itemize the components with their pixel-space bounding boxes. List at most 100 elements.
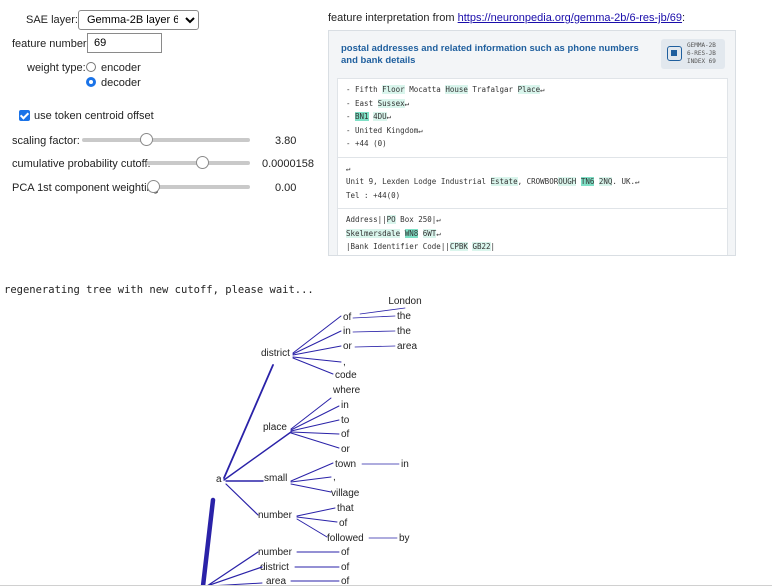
token-highlight: GB22 [472, 242, 491, 251]
tree-edge [296, 516, 338, 523]
probability-cutoff-thumb[interactable] [196, 156, 209, 169]
token-text: - Fifth [346, 85, 383, 94]
feature-interpretation-prefix: feature interpretation from [328, 12, 458, 24]
probability-cutoff-label: cumulative probability cutoff: [12, 158, 151, 170]
token-text: |Bank Identifier Code|| [346, 242, 450, 251]
tree-word[interactable]: that [337, 503, 354, 514]
token-text: ↵ [436, 228, 441, 238]
tree-word[interactable]: , [333, 472, 336, 483]
tree-word[interactable]: where [332, 385, 361, 396]
tree-edge [290, 476, 332, 483]
example-line: - Fifth Floor Mocatta House Trafalgar Pl… [346, 83, 721, 97]
tree-word[interactable]: the [397, 311, 411, 322]
probability-cutoff-value: 0.0000158 [262, 158, 314, 170]
pca-weighting-value: 0.00 [275, 182, 297, 194]
tree-edge [200, 497, 216, 586]
token-text: - [346, 112, 356, 121]
token-highlight: Place [517, 85, 541, 94]
example-line: - United Kingdom↵ [346, 124, 721, 138]
token-highlight: 6WT [422, 228, 437, 238]
tree-word[interactable]: code [335, 370, 357, 381]
example-line: - +44 (0) [346, 137, 721, 151]
encoder-radio[interactable] [86, 62, 96, 72]
tree-word[interactable]: number [258, 547, 293, 558]
tree-word[interactable]: district [261, 348, 290, 359]
tree-word[interactable]: place [263, 422, 287, 433]
tree-word[interactable]: to [341, 415, 350, 426]
token-text: - United Kingdom↵ [346, 125, 423, 135]
token-highlight: TN6 [580, 177, 595, 186]
scaling-factor-thumb[interactable] [140, 133, 153, 146]
tree-word[interactable]: area [397, 341, 417, 352]
tree-word[interactable]: or [343, 341, 353, 352]
token-highlight: Skelmersdale [346, 228, 401, 238]
tree-edge [290, 431, 340, 435]
feature-interpretation-suffix: : [682, 12, 686, 24]
tree-word[interactable]: small [264, 473, 287, 484]
scaling-factor-value: 3.80 [275, 135, 297, 147]
token-text: Box 250|↵ [395, 215, 441, 224]
neuronpedia-link[interactable]: https://neuronpedia.org/gemma-2b/6-res-j… [458, 12, 682, 24]
tree-word[interactable]: district [260, 562, 289, 573]
token-highlight: CPBK [449, 242, 468, 251]
sae-layer-select[interactable]: Gemma-2B layer 6 [78, 10, 199, 30]
example-line: ↵ [346, 162, 721, 176]
tree-word[interactable]: a [216, 474, 222, 485]
tree-word[interactable]: London [388, 296, 421, 307]
scaling-factor-label: scaling factor: [12, 135, 80, 147]
decoder-radio[interactable] [86, 77, 96, 87]
feature-badge[interactable]: GEMMA-2B 6-RES-JB INDEX 69 [661, 39, 725, 69]
tree-word[interactable]: of [343, 312, 352, 323]
tree-word[interactable]: of [341, 547, 350, 558]
tree-edge [290, 432, 340, 449]
token-highlight: Floor [382, 85, 405, 94]
activation-examples[interactable]: - Fifth Floor Mocatta House Trafalgar Pl… [337, 78, 728, 255]
example-line: Address||PO Box 250|↵ [346, 213, 721, 227]
tree-edge [290, 405, 340, 431]
token-text: ↵ [386, 112, 392, 121]
tree-edge [290, 483, 332, 493]
token-highlight: 2NQ [598, 177, 613, 186]
tree-word[interactable]: the [397, 326, 411, 337]
tree-word[interactable]: , [343, 357, 346, 368]
token-tree[interactable]: London of the in the or area district, code where… [0, 292, 772, 586]
example-line: Tel : +44(0) [346, 189, 721, 203]
encoder-radio-label: encoder [101, 62, 141, 74]
token-text: Trafalgar [467, 85, 518, 94]
example-line: |Bank Identifier Code||CPBK GB22| [346, 240, 721, 254]
tree-word[interactable]: village [331, 488, 360, 499]
tree-word[interactable]: in [401, 459, 409, 470]
feature-card: postal addresses and related information… [328, 30, 736, 256]
example-line: - East Sussex↵ [346, 97, 721, 111]
tree-word[interactable]: of [341, 562, 350, 573]
tree-word[interactable]: in [343, 326, 351, 337]
decoder-radio-label: decoder [101, 77, 141, 89]
feature-number-label: feature number: [12, 38, 90, 50]
tree-word[interactable]: of [339, 518, 348, 529]
sae-layer-label: SAE layer: [26, 14, 78, 26]
feature-number-input[interactable] [87, 33, 162, 53]
activation-example: ↵ Unit 9, Lexden Lodge Industrial Estate,… [338, 158, 727, 209]
weight-type-label: weight type: [27, 62, 86, 74]
token-highlight: House [445, 85, 468, 94]
token-text: ↵ [540, 85, 545, 94]
tree-word[interactable]: in [341, 400, 349, 411]
activation-example: - Fifth Floor Mocatta House Trafalgar Pl… [338, 79, 727, 158]
token-highlight: 4DU [373, 112, 387, 121]
tree-word[interactable]: followed [327, 533, 364, 544]
token-text: Tel : +44(0) [346, 190, 401, 200]
token-centroid-checkbox[interactable] [19, 110, 30, 121]
tree-word[interactable]: number [258, 510, 293, 521]
tree-word[interactable]: by [399, 533, 410, 544]
tree-word[interactable]: town [335, 459, 356, 470]
pca-weighting-thumb[interactable] [147, 180, 160, 193]
token-text: , CROWBOR [517, 177, 559, 186]
token-text: ↵ [346, 163, 351, 173]
pca-weighting-slider[interactable] [148, 185, 250, 189]
activation-example: Address||PO Box 250|↵ Skelmersdale WN8 6W… [338, 209, 727, 255]
example-line: Skelmersdale WN8 6WT↵ [346, 227, 721, 241]
scaling-factor-slider[interactable] [82, 138, 250, 142]
tree-word[interactable]: or [341, 444, 351, 455]
tree-word[interactable]: of [341, 429, 350, 440]
example-line: Unit 9, Lexden Lodge Industrial Estate, … [346, 175, 721, 189]
